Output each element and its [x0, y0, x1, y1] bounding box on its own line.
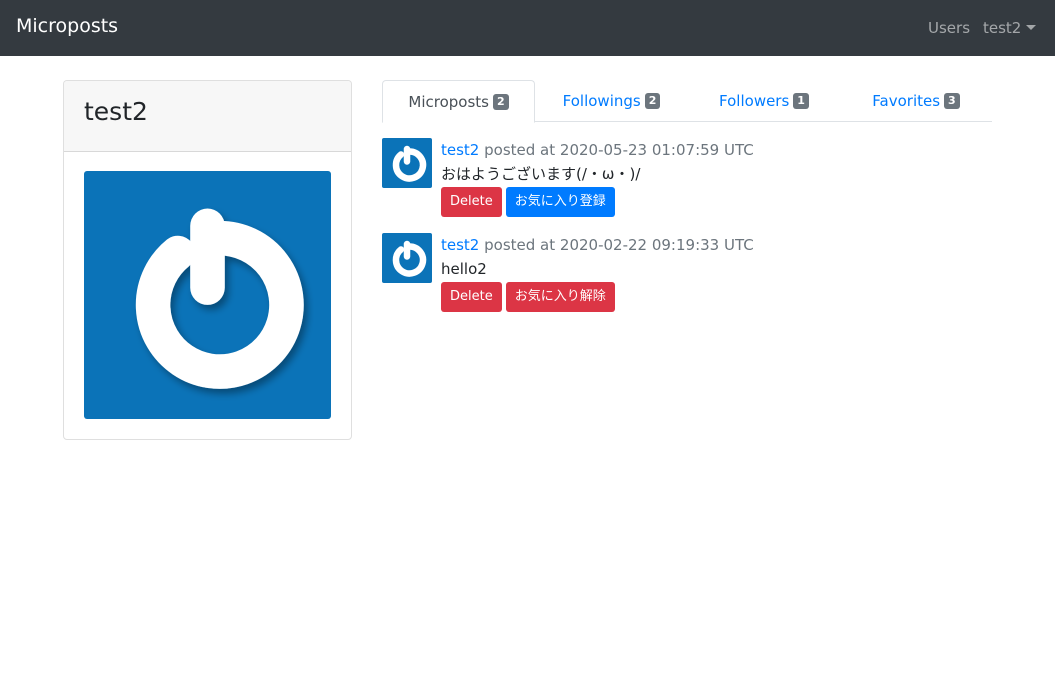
post-meta: test2 posted at 2020-05-23 01:07:59 UTC [441, 138, 754, 162]
post-meta: test2 posted at 2020-02-22 09:19:33 UTC [441, 233, 754, 257]
tab-label: Favorites [872, 92, 941, 110]
post-avatar [382, 233, 432, 283]
profile-card: test2 [63, 80, 352, 440]
nav-users-link[interactable]: Users [928, 19, 970, 37]
tab-label: Followers [719, 92, 790, 110]
tab-followings[interactable]: Followings 2 [535, 80, 688, 122]
caret-down-icon [1026, 24, 1037, 30]
profile-card-header: test2 [64, 81, 351, 152]
post-content: hello2 [441, 260, 487, 278]
delete-button[interactable]: Delete [441, 187, 502, 217]
post-user-link[interactable]: test2 [441, 236, 479, 254]
tab-followers[interactable]: Followers 1 [688, 80, 840, 122]
tab-microposts[interactable]: Microposts 2 [382, 80, 535, 123]
post-timestamp: posted at 2020-05-23 01:07:59 UTC [484, 141, 754, 159]
count-badge: 2 [492, 93, 509, 110]
unfavorite-button[interactable]: お気に入り解除 [505, 282, 615, 312]
profile-avatar [84, 171, 331, 419]
tab-label: Microposts [408, 92, 489, 111]
count-badge: 3 [944, 93, 960, 109]
post-actions: Delete お気に入り登録 [441, 187, 754, 217]
count-badge: 2 [644, 93, 661, 109]
delete-button[interactable]: Delete [441, 282, 502, 312]
brand-link[interactable]: Microposts [16, 15, 118, 37]
power-icon [135, 208, 304, 389]
post-user-link[interactable]: test2 [441, 141, 479, 159]
profile-name: test2 [84, 97, 148, 126]
power-icon [392, 145, 427, 182]
post-avatar [382, 138, 432, 188]
tab-favorites[interactable]: Favorites 3 [840, 80, 992, 122]
post-timestamp: posted at 2020-02-22 09:19:33 UTC [484, 236, 754, 254]
post-body: test2 posted at 2020-05-23 01:07:59 UTC … [441, 138, 754, 217]
navbar: Microposts Users test2 [0, 0, 1055, 56]
user-menu-dropdown[interactable]: test2 [983, 19, 1037, 37]
tab-label: Followings [562, 92, 641, 110]
count-badge: 1 [793, 93, 809, 109]
profile-tabs: Microposts 2 Followings 2 Followers 1 Fa… [382, 80, 992, 123]
power-icon [392, 240, 427, 277]
post-actions: Delete お気に入り解除 [441, 282, 754, 312]
favorite-button[interactable]: お気に入り登録 [505, 187, 615, 217]
post-body: test2 posted at 2020-02-22 09:19:33 UTC … [441, 233, 754, 312]
user-menu-label: test2 [983, 19, 1022, 37]
post-content: おはようございます(/・ω・)/ [441, 165, 641, 183]
